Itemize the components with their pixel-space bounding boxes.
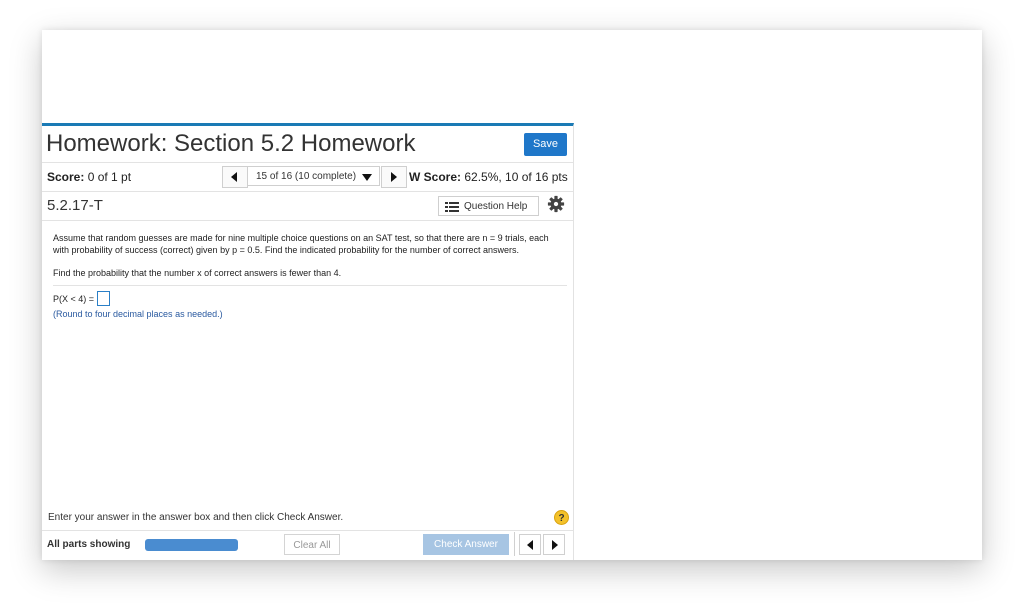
triangle-right-icon — [552, 540, 558, 550]
question-selector-dropdown[interactable]: 15 of 16 (10 complete) — [247, 166, 380, 186]
browser-window: Homework: Section 5.2 Homework Save Scor… — [42, 30, 982, 560]
question-progress-text: 15 of 16 (10 complete) — [256, 171, 357, 182]
question-id: 5.2.17-T — [47, 197, 103, 214]
gear-icon[interactable] — [547, 195, 565, 213]
previous-question-button[interactable] — [222, 166, 248, 188]
footer-previous-button[interactable] — [519, 534, 541, 555]
answer-input[interactable] — [97, 291, 111, 306]
clear-all-button[interactable]: Clear All — [284, 534, 340, 555]
footer-next-button[interactable] — [543, 534, 565, 555]
question-content: Assume that random guesses are made for … — [42, 221, 573, 320]
all-parts-label: All parts showing — [47, 539, 131, 550]
homework-panel: Homework: Section 5.2 Homework Save Scor… — [42, 123, 574, 560]
question-prompt: Find the probability that the number x o… — [53, 268, 342, 278]
score-label: Score: — [47, 170, 85, 184]
divider — [53, 285, 567, 286]
triangle-down-icon — [362, 174, 372, 181]
list-icon — [445, 202, 459, 212]
answer-instruction: Enter your answer in the answer box and … — [48, 512, 344, 523]
score-display: Score: 0 of 1 pt — [47, 170, 131, 184]
answer-row: P(X < 4) = — [53, 291, 562, 306]
w-score-label: W Score: — [409, 170, 462, 184]
next-question-button[interactable] — [381, 166, 407, 188]
equation-label: P(X < 4) = — [53, 293, 95, 304]
triangle-left-icon — [231, 172, 237, 182]
parts-progress-bar — [145, 539, 238, 551]
check-answer-button[interactable]: Check Answer — [423, 534, 509, 555]
triangle-left-icon — [527, 540, 533, 550]
triangle-right-icon — [391, 172, 397, 182]
help-question-icon[interactable]: ? — [554, 510, 569, 525]
page-title: Homework: Section 5.2 Homework — [46, 130, 416, 157]
score-value: 0 of 1 pt — [87, 170, 132, 184]
w-score-display: W Score: 62.5%, 10 of 16 pts — [409, 170, 568, 184]
footer-vertical-divider — [514, 532, 515, 556]
question-bar: 5.2.17-T Question Help — [42, 192, 573, 221]
footer-divider — [42, 530, 573, 531]
rounding-note: (Round to four decimal places as needed.… — [53, 309, 223, 319]
question-help-button[interactable]: Question Help — [438, 196, 539, 216]
question-help-label: Question Help — [464, 201, 528, 212]
save-button[interactable]: Save — [524, 133, 567, 156]
score-bar: Score: 0 of 1 pt 15 of 16 (10 complete) … — [42, 163, 573, 192]
w-score-value: 62.5%, 10 of 16 pts — [464, 170, 568, 184]
question-text: Assume that random guesses are made for … — [53, 233, 549, 255]
homework-header: Homework: Section 5.2 Homework Save — [42, 126, 573, 163]
